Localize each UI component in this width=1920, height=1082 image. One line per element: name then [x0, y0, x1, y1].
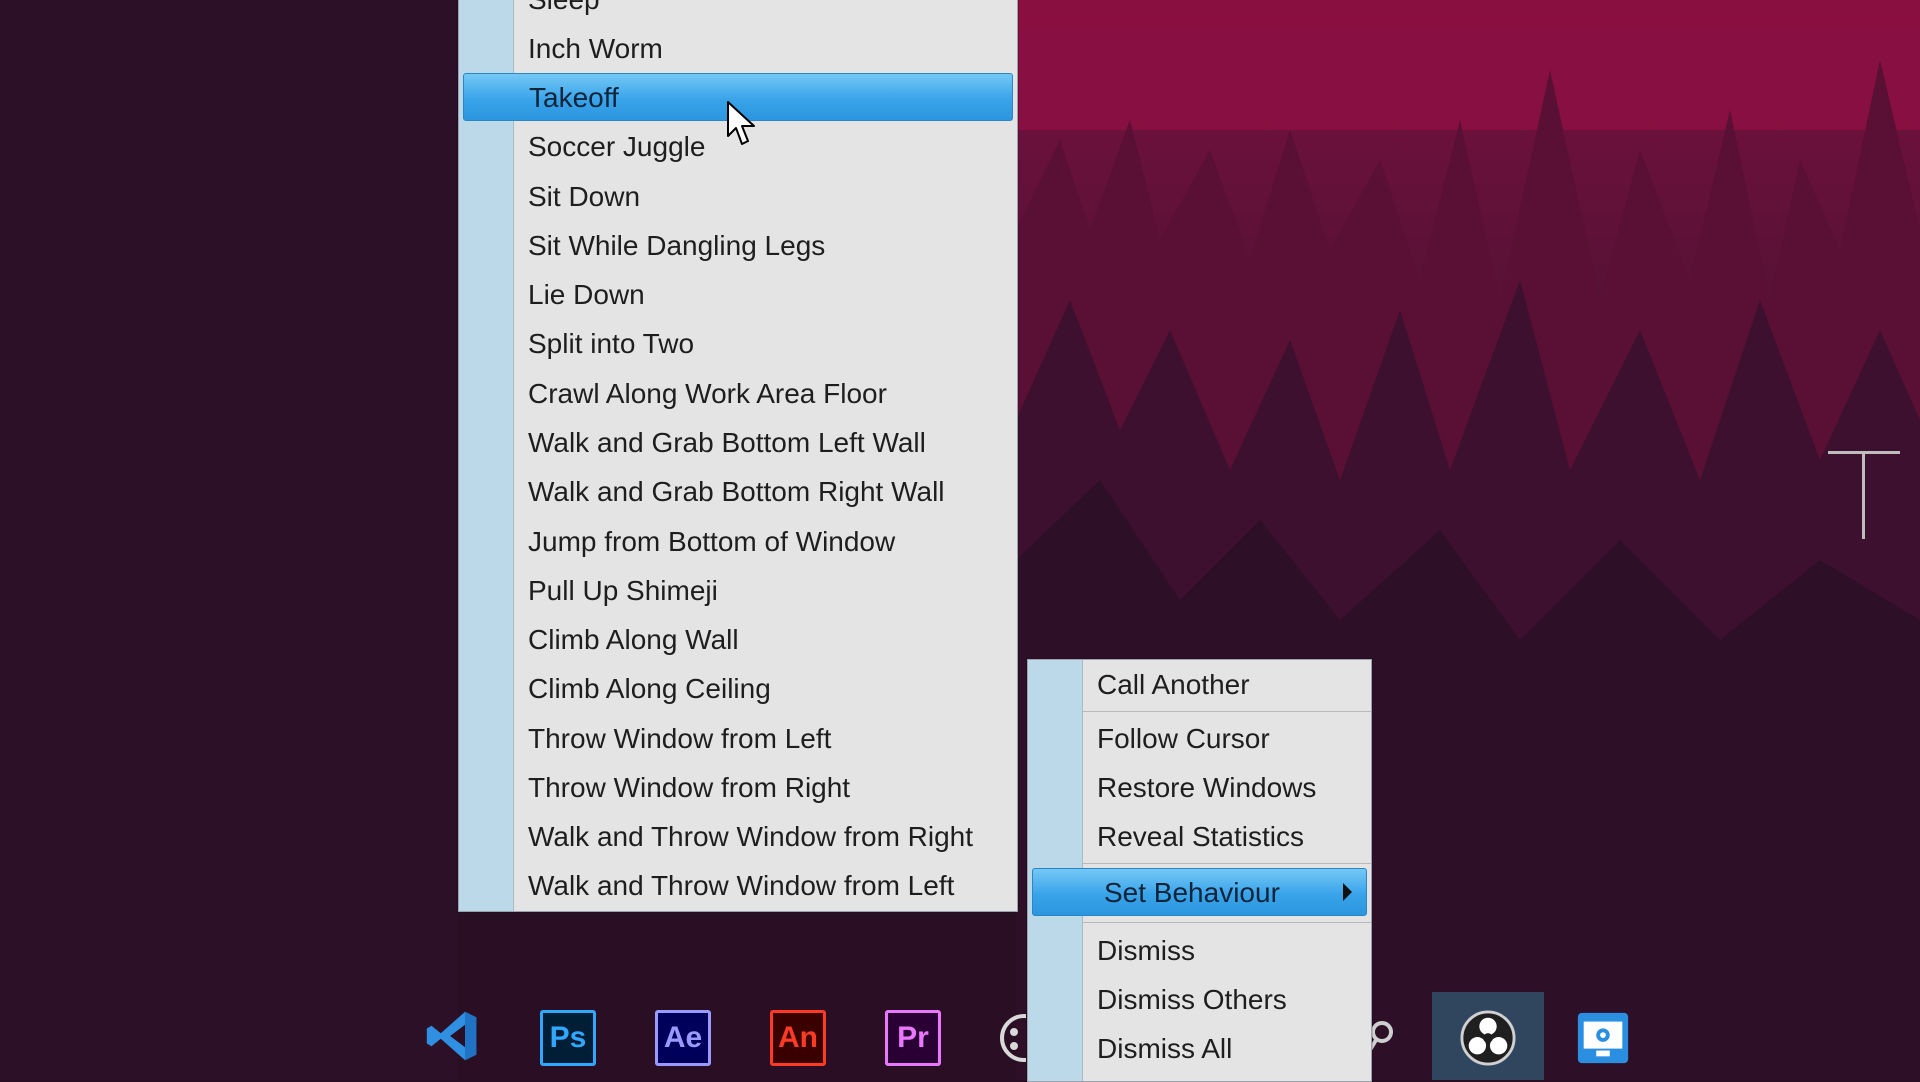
menu-item-sit-down[interactable]: Sit Down: [459, 172, 1017, 221]
menu-item-set-behaviour[interactable]: Set Behaviour: [1032, 868, 1367, 916]
menu-item-split-into-two[interactable]: Split into Two: [459, 319, 1017, 368]
menu-item-throw-window-right[interactable]: Throw Window from Right: [459, 763, 1017, 812]
menu-item-grab-right-wall[interactable]: Walk and Grab Bottom Right Wall: [459, 467, 1017, 516]
obs-logo: [1460, 1010, 1516, 1066]
display-settings-glyph: [1577, 1012, 1629, 1064]
set-behaviour-label: Set Behaviour: [1104, 877, 1280, 908]
vscode-icon[interactable]: [424, 1008, 480, 1064]
menu-item-climb-wall[interactable]: Climb Along Wall: [459, 615, 1017, 664]
menu-item-call-another[interactable]: Call Another: [1028, 660, 1371, 709]
menu-item-grab-left-wall[interactable]: Walk and Grab Bottom Left Wall: [459, 418, 1017, 467]
animate-icon[interactable]: An: [770, 1010, 826, 1066]
menu-item-restore-windows[interactable]: Restore Windows: [1028, 763, 1371, 812]
menu-item-dismiss-all[interactable]: Dismiss All: [1028, 1024, 1371, 1073]
tool-icon[interactable]: [1370, 1010, 1400, 1066]
menu-item-walk-throw-right[interactable]: Walk and Throw Window from Right: [459, 812, 1017, 861]
text-cursor-glyph-stem: [1862, 451, 1865, 539]
menu-separator: [1082, 922, 1371, 923]
menu-separator: [1082, 863, 1371, 864]
menu-item-climb-ceiling[interactable]: Climb Along Ceiling: [459, 664, 1017, 713]
menu-item-pull-up-shimeji[interactable]: Pull Up Shimeji: [459, 566, 1017, 615]
menu-item-inch-worm[interactable]: Inch Worm: [459, 24, 1017, 73]
display-settings-icon[interactable]: [1575, 1010, 1631, 1066]
vscode-logo: [426, 1011, 477, 1061]
menu-item-lie-down[interactable]: Lie Down: [459, 270, 1017, 319]
submenu-arrow-icon: [1343, 883, 1352, 901]
tool-glyph: [1370, 1021, 1393, 1052]
menu-item-dismiss[interactable]: Dismiss: [1028, 926, 1371, 975]
menu-item-crawl-floor[interactable]: Crawl Along Work Area Floor: [459, 369, 1017, 418]
menu-item-sit-dangling-legs[interactable]: Sit While Dangling Legs: [459, 221, 1017, 270]
menu-item-throw-window-left[interactable]: Throw Window from Left: [459, 714, 1017, 763]
after-effects-icon[interactable]: Ae: [655, 1010, 711, 1066]
palette-icon[interactable]: [996, 1010, 1026, 1066]
menu-item-walk-throw-left[interactable]: Walk and Throw Window from Left: [459, 861, 1017, 910]
premiere-icon[interactable]: Pr: [885, 1010, 941, 1066]
menu-item-sleep[interactable]: Sleep: [459, 0, 1017, 24]
menu-item-jump-from-window[interactable]: Jump from Bottom of Window: [459, 517, 1017, 566]
palette-glyph: [1000, 1014, 1026, 1062]
menu-item-dismiss-others[interactable]: Dismiss Others: [1028, 975, 1371, 1024]
shimeji-context-menu: Call Another Follow Cursor Restore Windo…: [1027, 659, 1372, 1082]
menu-item-follow-cursor[interactable]: Follow Cursor: [1028, 714, 1371, 763]
photoshop-icon[interactable]: Ps: [540, 1010, 596, 1066]
menu-separator: [1082, 711, 1371, 712]
mouse-pointer-icon: [727, 101, 755, 145]
menu-item-reveal-statistics[interactable]: Reveal Statistics: [1028, 812, 1371, 861]
obs-icon[interactable]: [1460, 1010, 1516, 1066]
